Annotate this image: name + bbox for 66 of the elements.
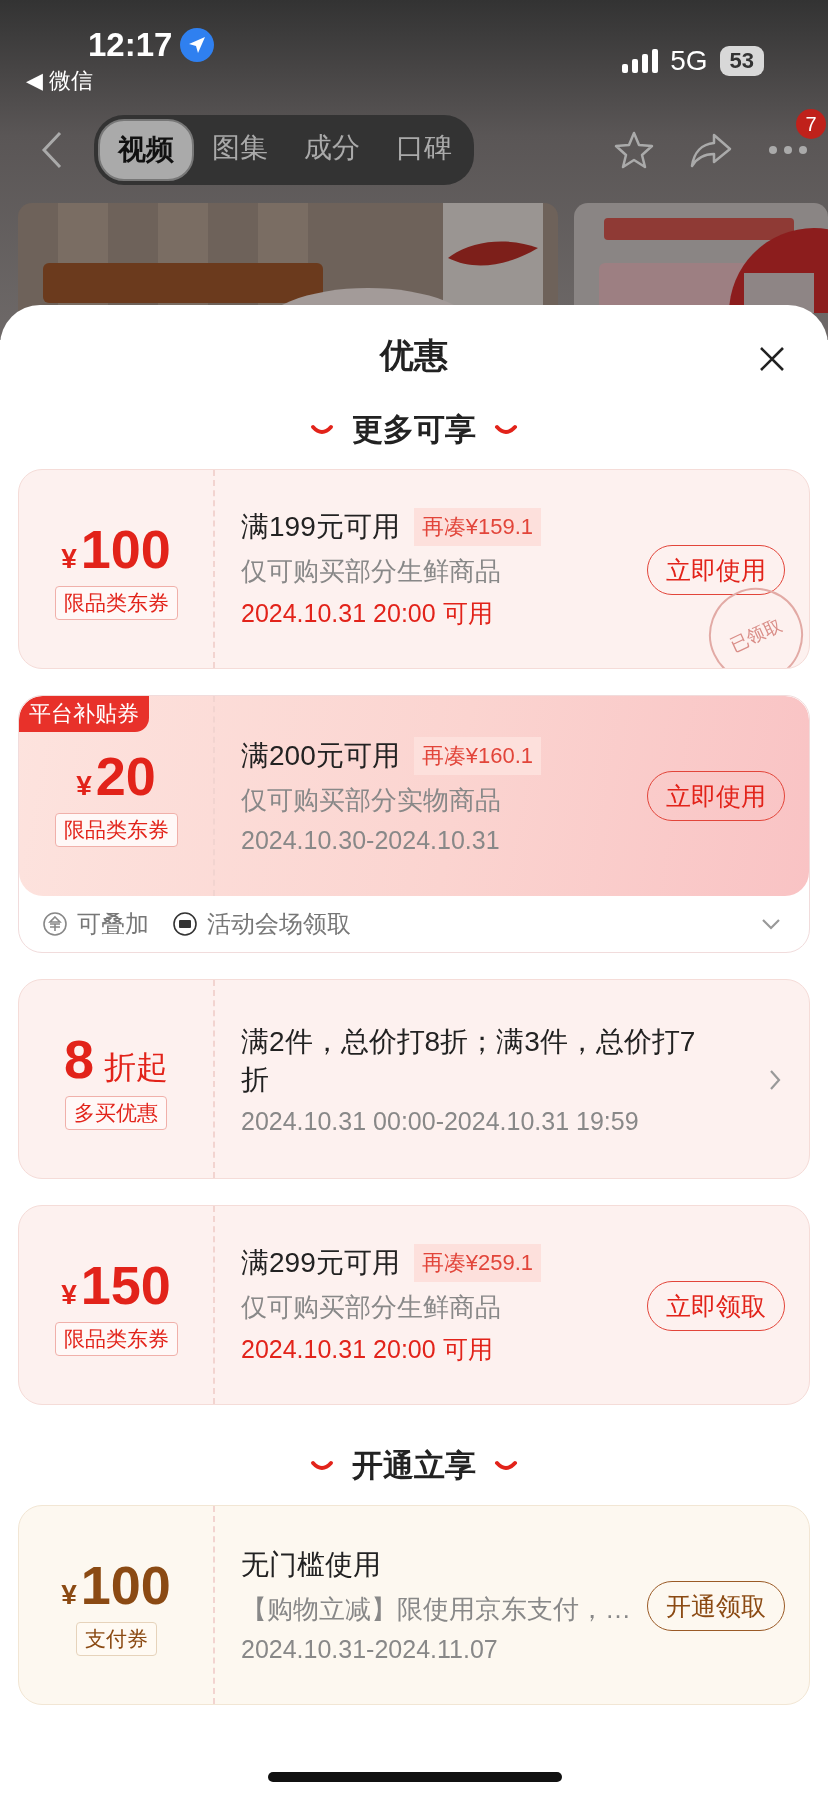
coupon-type-tag: 限品类东券	[54, 586, 178, 620]
discount-amount: 8	[63, 1028, 94, 1090]
section-heading: 开通立享	[352, 1447, 476, 1485]
shortfall-tag: 再凑¥159.1	[413, 508, 541, 546]
claim-button[interactable]: 立即使用	[647, 771, 785, 821]
currency-symbol: ¥	[76, 770, 92, 802]
smile-icon	[494, 423, 518, 437]
claim-button[interactable]: 立即使用	[647, 545, 785, 595]
coupon-feature: 活动会场领取	[207, 909, 351, 939]
network-label: 5G	[670, 45, 708, 77]
shortfall-tag: 再凑¥160.1	[413, 737, 541, 775]
smile-icon	[494, 1459, 518, 1473]
coupon-condition: 满200元可用	[241, 739, 400, 773]
coupon-scope: 仅可购买部分实物商品	[241, 784, 501, 817]
tab[interactable]: 图集	[194, 119, 286, 181]
chevron-right-icon[interactable]	[769, 1069, 781, 1091]
section-heading: 更多可享	[352, 411, 476, 449]
coupon-amount: 150	[80, 1254, 171, 1316]
currency-symbol: ¥	[61, 543, 77, 575]
coupon-condition: 满299元可用	[241, 1246, 400, 1280]
coupon-scope: 仅可购买部分生鲜商品	[241, 555, 501, 588]
battery-level: 53	[719, 46, 764, 76]
smile-icon	[310, 1459, 334, 1473]
coupon-amount: 100	[80, 518, 171, 580]
tab[interactable]: 口碑	[378, 119, 470, 181]
coupon-type-tag: 限品类东券	[54, 1322, 178, 1356]
claim-button[interactable]: 开通领取	[647, 1581, 785, 1631]
validity-date: 2024.10.30-2024.10.31	[241, 826, 500, 855]
star-icon[interactable]	[614, 130, 654, 170]
coupon-amount: 20	[95, 745, 156, 807]
currency-symbol: ¥	[61, 1579, 77, 1611]
coupon-condition: 满199元可用	[241, 510, 400, 544]
tab[interactable]: 成分	[286, 119, 378, 181]
coupon-type-tag: 支付券	[75, 1622, 157, 1656]
notification-badge: 7	[796, 109, 826, 139]
shortfall-tag: 再凑¥259.1	[413, 1244, 541, 1282]
stack-icon	[43, 912, 67, 936]
clock-time: 12:17	[88, 26, 173, 64]
validity-date: 2024.10.31-2024.11.07	[241, 1635, 498, 1664]
validity-date: 2024.10.31 20:00 可用	[241, 1334, 493, 1365]
coupon-condition: 无门槛使用	[241, 1548, 381, 1582]
coupon-type-tag: 多买优惠	[65, 1096, 167, 1130]
coupon-condition: 满2件，总价打8折；满3件，总价打7折	[241, 1024, 697, 1097]
back-to-app-link[interactable]: ◀ 微信	[26, 66, 215, 96]
coupon-scope: 【购物立减】限使用京东支付，…	[241, 1593, 631, 1626]
back-icon[interactable]	[40, 130, 64, 170]
ticket-icon	[173, 912, 197, 936]
more-icon[interactable]	[768, 145, 808, 155]
tab[interactable]: 视频	[98, 119, 194, 181]
coupon-amount: 100	[80, 1554, 171, 1616]
smile-icon	[310, 423, 334, 437]
chevron-down-icon[interactable]	[761, 918, 781, 930]
coupon-feature: 可叠加	[77, 909, 149, 939]
discount-unit: 折起	[104, 1048, 168, 1087]
coupon-scope: 仅可购买部分生鲜商品	[241, 1291, 501, 1324]
sheet-title: 优惠	[380, 335, 448, 376]
location-icon	[180, 28, 215, 62]
close-icon[interactable]	[758, 345, 786, 373]
coupon-type-tag: 限品类东券	[54, 813, 178, 847]
signal-icon	[622, 49, 659, 73]
share-icon[interactable]	[690, 132, 732, 168]
corner-badge: 平台补贴券	[19, 696, 149, 732]
validity-date: 2024.10.31 00:00-2024.10.31 19:59	[241, 1106, 639, 1136]
claim-button[interactable]: 立即领取	[647, 1281, 785, 1331]
currency-symbol: ¥	[61, 1279, 77, 1311]
validity-date: 2024.10.31 20:00 可用	[241, 598, 493, 629]
